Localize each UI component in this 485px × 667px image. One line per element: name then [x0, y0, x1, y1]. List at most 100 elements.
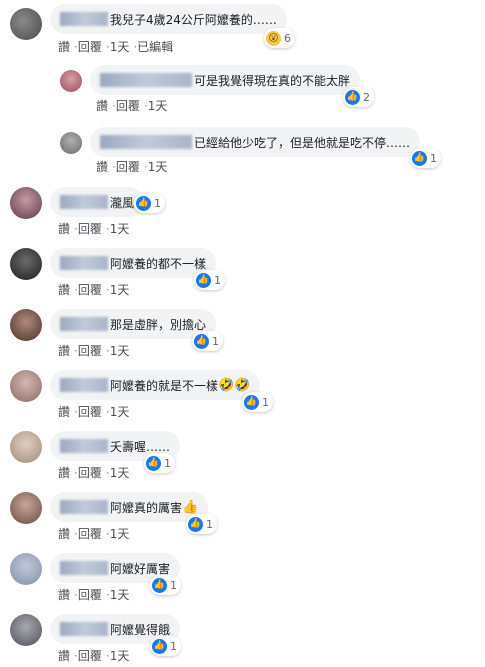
comment-bubble: 我兒子4歲24公斤阿嬤養的……: [50, 4, 287, 34]
comment-actions: 讚 ·回覆 ·1天: [96, 99, 168, 113]
timestamp[interactable]: 1天: [110, 344, 130, 358]
like-link[interactable]: 讚: [58, 649, 70, 663]
reply-link[interactable]: 回覆: [78, 466, 102, 480]
avatar[interactable]: [10, 187, 42, 219]
author-name[interactable]: [60, 561, 108, 575]
comment-text: 我兒子4歲24公斤阿嬤養的……: [110, 12, 277, 27]
comment-bubble: 阿嬤養的就是不一樣 🤣🤣: [50, 370, 261, 400]
timestamp[interactable]: 1天: [110, 588, 130, 602]
author-name[interactable]: [60, 439, 108, 453]
author-name[interactable]: [60, 622, 108, 636]
thumbs-up-emoji: 👍: [182, 499, 199, 515]
reaction-count: 6: [284, 31, 291, 45]
reaction-count: 1: [164, 456, 171, 470]
author-name[interactable]: [100, 73, 192, 87]
reply-link[interactable]: 回覆: [116, 160, 140, 174]
comment-actions: 讚 ·回覆 ·1天: [58, 527, 130, 541]
reply-link[interactable]: 回覆: [78, 649, 102, 663]
like-link[interactable]: 讚: [58, 222, 70, 236]
like-icon: 👍: [136, 195, 151, 211]
comment-text: 瀧風: [110, 195, 135, 210]
reaction-count: 2: [363, 90, 370, 104]
like-icon: 👍: [412, 150, 427, 166]
comment-actions: 讚 ·回覆 ·1天: [58, 649, 130, 663]
avatar[interactable]: [10, 614, 42, 646]
reaction-summary[interactable]: 👍 1: [192, 331, 223, 351]
author-name[interactable]: [60, 317, 108, 331]
avatar[interactable]: [10, 309, 42, 341]
avatar[interactable]: [10, 8, 42, 40]
like-link[interactable]: 讚: [96, 99, 108, 113]
like-link[interactable]: 讚: [96, 160, 108, 174]
reply-link[interactable]: 回覆: [78, 283, 102, 297]
reaction-summary[interactable]: 👍 1: [134, 193, 165, 213]
like-icon: 👍: [194, 333, 209, 349]
reaction-summary[interactable]: 👍 1: [242, 392, 273, 412]
reaction-summary[interactable]: 👍 1: [144, 453, 175, 473]
author-name[interactable]: [60, 500, 108, 514]
comment-bubble: 已經給他少吃了，但是他就是吃不停……: [90, 127, 421, 157]
comment-bubble: 阿嬤真的厲害 👍: [50, 492, 209, 522]
like-link[interactable]: 讚: [58, 466, 70, 480]
timestamp[interactable]: 1天: [110, 405, 130, 419]
like-icon: 👍: [196, 272, 211, 288]
reply-link[interactable]: 回覆: [78, 527, 102, 541]
author-name[interactable]: [60, 195, 108, 209]
like-icon: 👍: [146, 455, 161, 471]
comment-actions: 讚 ·回覆 ·1天: [58, 344, 130, 358]
reaction-count: 1: [170, 578, 177, 592]
comment-actions: 讚 ·回覆 ·1天: [58, 283, 130, 297]
timestamp[interactable]: 1天: [148, 99, 168, 113]
edited-label[interactable]: 已編輯: [137, 40, 173, 54]
reaction-summary[interactable]: 👍 1: [410, 148, 441, 168]
author-name[interactable]: [100, 135, 192, 149]
reaction-summary[interactable]: 👍 2: [343, 87, 374, 107]
reply-link[interactable]: 回覆: [78, 405, 102, 419]
comment-actions: 讚 ·回覆 ·1天 ·已編輯: [58, 40, 174, 54]
timestamp[interactable]: 1天: [110, 283, 130, 297]
like-link[interactable]: 讚: [58, 40, 70, 54]
author-name[interactable]: [60, 12, 108, 26]
like-link[interactable]: 讚: [58, 588, 70, 602]
reply-link[interactable]: 回覆: [78, 40, 102, 54]
like-link[interactable]: 讚: [58, 344, 70, 358]
comment-actions: 讚 ·回覆 ·1天: [96, 160, 168, 174]
reply-link[interactable]: 回覆: [116, 99, 140, 113]
reaction-count: 1: [430, 151, 437, 165]
timestamp[interactable]: 1天: [148, 160, 168, 174]
avatar[interactable]: [60, 70, 82, 92]
reaction-summary[interactable]: 👍 1: [150, 636, 181, 656]
reply-link[interactable]: 回覆: [78, 344, 102, 358]
like-link[interactable]: 讚: [58, 283, 70, 297]
reaction-summary[interactable]: 👍 1: [150, 575, 181, 595]
timestamp[interactable]: 1天: [110, 222, 130, 236]
comment-text: 那是虛胖，別擔心: [110, 317, 207, 332]
reaction-count: 1: [214, 273, 221, 287]
avatar[interactable]: [10, 553, 42, 585]
timestamp[interactable]: 1天: [110, 527, 130, 541]
avatar[interactable]: [10, 492, 42, 524]
avatar[interactable]: [10, 431, 42, 463]
comment-text: 夭壽喔……: [110, 439, 171, 454]
avatar[interactable]: [10, 370, 42, 402]
like-link[interactable]: 讚: [58, 405, 70, 419]
comment-bubble: 阿嬤養的都不一樣: [50, 248, 217, 278]
avatar[interactable]: [60, 132, 82, 154]
author-name[interactable]: [60, 256, 108, 270]
timestamp[interactable]: 1天: [110, 466, 130, 480]
like-icon: 👍: [152, 638, 167, 654]
timestamp[interactable]: 1天: [110, 40, 130, 54]
comment-text: 阿嬤養的都不一樣: [110, 256, 207, 271]
reaction-summary[interactable]: 👍 1: [186, 514, 217, 534]
like-icon: 👍: [345, 89, 360, 105]
author-name[interactable]: [60, 378, 108, 392]
reply-link[interactable]: 回覆: [78, 588, 102, 602]
avatar[interactable]: [10, 248, 42, 280]
comment-text: 阿嬤真的厲害: [110, 500, 183, 515]
like-link[interactable]: 讚: [58, 527, 70, 541]
reaction-summary[interactable]: 👍 1: [194, 270, 225, 290]
reply-link[interactable]: 回覆: [78, 222, 102, 236]
reaction-summary[interactable]: 😮 6: [264, 28, 295, 48]
timestamp[interactable]: 1天: [110, 649, 130, 663]
comment-text: 阿嬤覺得餓: [110, 622, 171, 637]
